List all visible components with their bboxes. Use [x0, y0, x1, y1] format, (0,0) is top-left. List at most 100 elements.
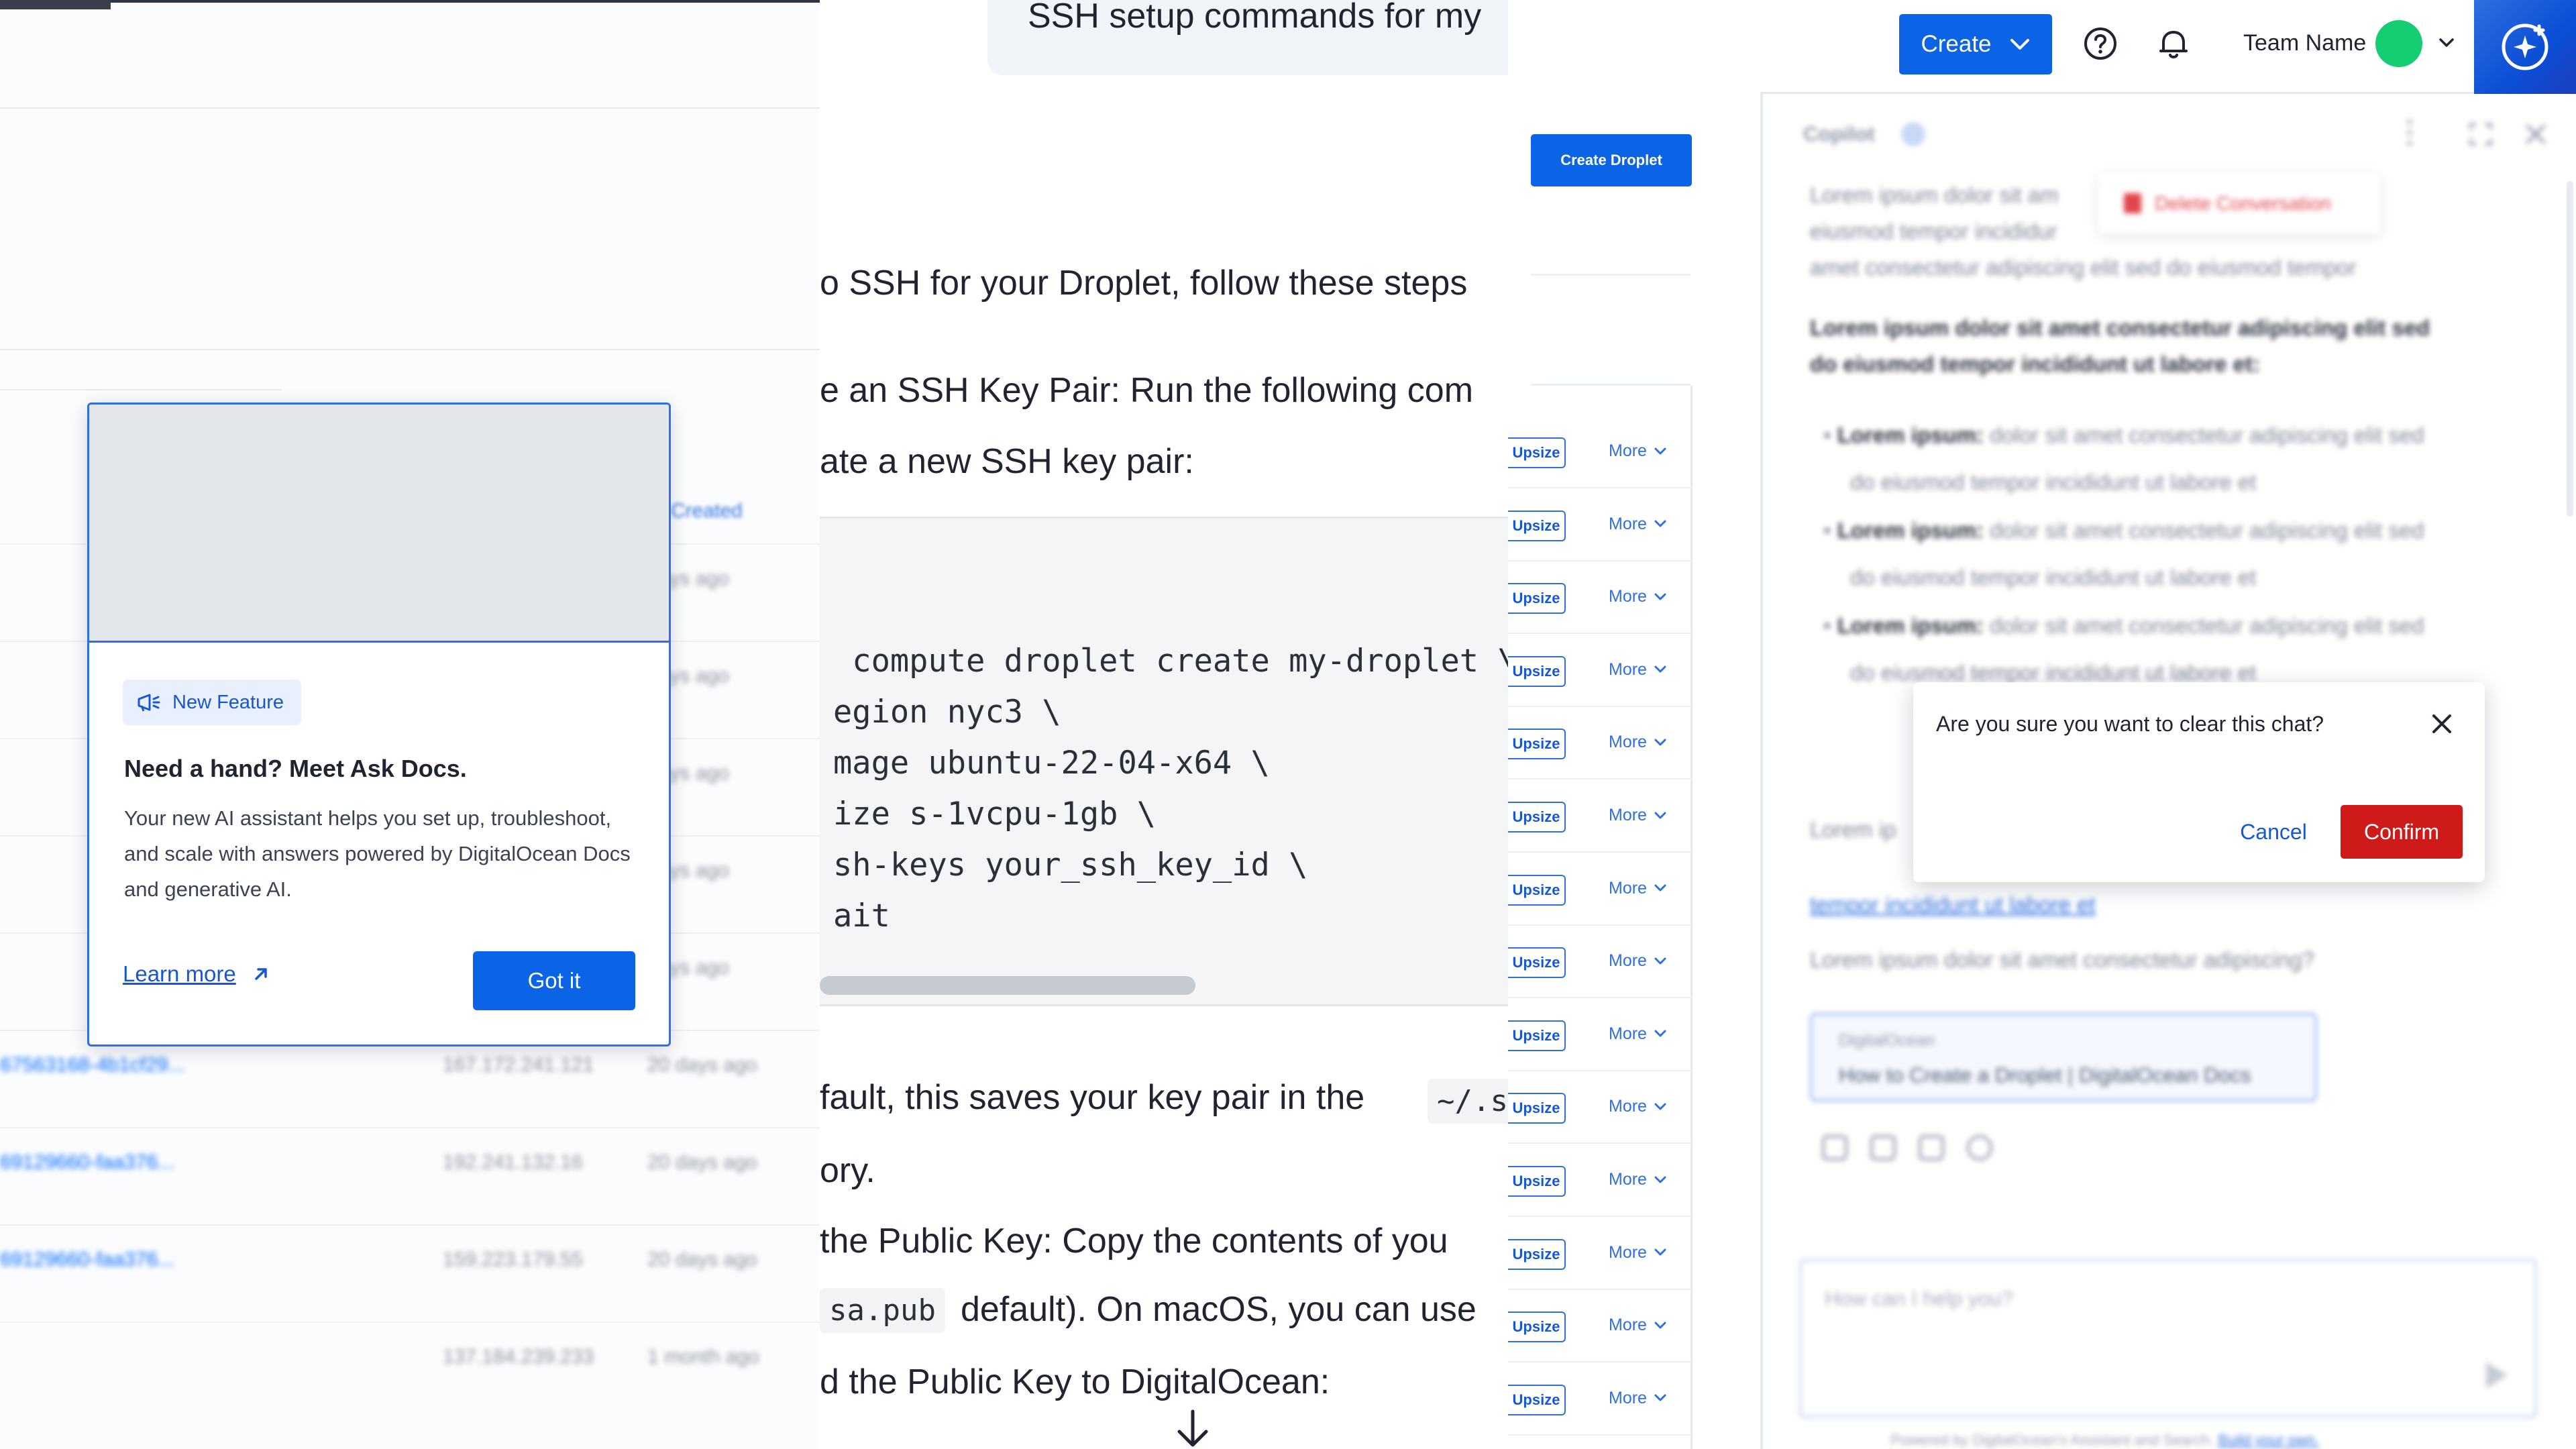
got-it-button[interactable]: Got it: [473, 951, 635, 1010]
answer-text: ory.: [820, 1151, 875, 1190]
code-line: ait: [833, 898, 890, 934]
droplet-name[interactable]: 69129660-faa376...: [0, 1151, 174, 1174]
more-menu-button[interactable]: More: [1609, 806, 1667, 825]
more-menu-button[interactable]: More: [1609, 879, 1667, 898]
learn-more-label: Learn more: [123, 961, 236, 986]
table-row[interactable]: 137.184.239.233 1 month ago: [0, 1322, 820, 1419]
message-link[interactable]: tempor incididunt ut labore et: [1810, 892, 2096, 918]
droplet-action-row: Upsize More: [1508, 1363, 1692, 1436]
more-menu-button[interactable]: More: [1609, 733, 1667, 752]
droplet-ip: 192.241.132.16: [443, 1151, 583, 1173]
footer-link[interactable]: Build your own.: [2218, 1432, 2318, 1448]
answer-text: fault, this saves your key pair in the: [820, 1078, 1365, 1117]
delete-conversation-item[interactable]: Delete Conversation: [2155, 193, 2331, 215]
chat-input[interactable]: How can I help you?: [1799, 1258, 2537, 1418]
more-menu-button[interactable]: More: [1609, 587, 1667, 606]
more-label: More: [1609, 1097, 1647, 1116]
upsize-button[interactable]: Upsize: [1508, 1238, 1566, 1270]
source-title: How to Create a Droplet | DigitalOcean D…: [1839, 1063, 2251, 1087]
thumbs-down-icon[interactable]: [1919, 1135, 1944, 1161]
answer-text: d the Public Key to DigitalOcean:: [820, 1362, 1330, 1401]
refresh-icon[interactable]: [1967, 1135, 1992, 1161]
copilot-scrollbar[interactable]: [2567, 181, 2573, 517]
list-item-continued: do eiusmod tempor incididunt ut labore e…: [1850, 470, 2257, 494]
more-menu-button[interactable]: More: [1609, 515, 1667, 534]
upsize-button[interactable]: Upsize: [1508, 1093, 1566, 1124]
upsize-button[interactable]: Upsize: [1508, 1384, 1566, 1415]
avatar[interactable]: [2375, 20, 2422, 67]
more-menu-button[interactable]: More: [1609, 1024, 1667, 1044]
more-menu-button[interactable]: More: [1609, 660, 1667, 680]
upsize-button[interactable]: Upsize: [1508, 1166, 1566, 1197]
upsize-button[interactable]: Upsize: [1508, 510, 1566, 541]
upsize-button[interactable]: Upsize: [1508, 947, 1566, 979]
scroll-down-arrow-icon[interactable]: [1173, 1407, 1213, 1449]
droplet-action-row: Upsize More: [1508, 561, 1692, 635]
more-label: More: [1609, 733, 1647, 752]
chevron-down-icon: [1654, 1030, 1666, 1037]
chevron-down-icon: [1654, 1394, 1666, 1401]
answer-text: default). On macOS, you can use: [961, 1290, 1477, 1329]
more-menu-button[interactable]: More: [1609, 1097, 1667, 1116]
source-card[interactable]: DigitalOcean How to Create a Droplet | D…: [1810, 1013, 2317, 1102]
droplet-ip: 159.223.179.55: [443, 1248, 583, 1271]
create-label: Create: [1921, 31, 1992, 57]
chevron-down-icon: [1654, 957, 1666, 965]
message-heading: Lorem ipsum dolor sit amet consectetur a…: [1810, 315, 2430, 340]
upsize-button[interactable]: Upsize: [1508, 802, 1566, 833]
list-item: • Lorem ipsum: dolor sit amet consectetu…: [1823, 518, 2424, 543]
more-vertical-icon[interactable]: [2406, 118, 2414, 148]
answer-text: ate a new SSH key pair:: [820, 442, 1194, 481]
more-label: More: [1609, 441, 1647, 460]
upsize-button[interactable]: Upsize: [1508, 583, 1566, 614]
more-menu-button[interactable]: More: [1609, 441, 1667, 461]
copy-icon[interactable]: [1822, 1135, 1847, 1161]
expand-icon[interactable]: [2469, 122, 2493, 146]
confirm-button[interactable]: Confirm: [2341, 805, 2463, 859]
followup-question[interactable]: Lorem ipsum dolor sit amet consectetur a…: [1810, 947, 2314, 973]
list-item: • Lorem ipsum: dolor sit amet consectetu…: [1823, 613, 2424, 638]
divider: [0, 107, 820, 109]
droplet-name[interactable]: 69129660-faa376...: [0, 1248, 174, 1271]
upsize-button[interactable]: Upsize: [1508, 655, 1566, 687]
more-label: More: [1609, 1170, 1647, 1189]
upsize-button[interactable]: Upsize: [1508, 1311, 1566, 1343]
bullet-lead: Lorem ipsum:: [1837, 613, 1984, 638]
team-name[interactable]: Team Name: [2243, 30, 2366, 56]
copilot-launcher-button[interactable]: [2474, 0, 2576, 94]
more-label: More: [1609, 1242, 1647, 1262]
answer-text: e an SSH Key Pair: Run the following com: [820, 371, 1474, 410]
table-row[interactable]: 69129660-faa376... 159.223.179.55 20 day…: [0, 1224, 820, 1322]
code-horizontal-scrollbar[interactable]: [820, 976, 1195, 995]
droplet-name[interactable]: 67563168-4b1cf29...: [0, 1054, 184, 1077]
more-menu-button[interactable]: More: [1609, 1243, 1667, 1263]
thumbs-up-icon[interactable]: [1870, 1135, 1896, 1161]
column-header-created[interactable]: Created: [671, 500, 743, 523]
close-icon[interactable]: [2430, 712, 2454, 736]
close-icon[interactable]: [2525, 123, 2546, 145]
learn-more-link[interactable]: Learn more: [123, 961, 271, 987]
more-menu-button[interactable]: More: [1609, 951, 1667, 971]
upsize-button[interactable]: Upsize: [1508, 1020, 1566, 1051]
upsize-button[interactable]: Upsize: [1508, 874, 1566, 906]
inline-code: sa.pub: [820, 1288, 945, 1333]
code-block[interactable]: compute droplet create my-droplet \ egio…: [820, 517, 1508, 1006]
upsize-button[interactable]: Upsize: [1508, 729, 1566, 760]
code-line: ize s-1vcpu-1gb \: [833, 796, 1157, 833]
more-menu-button[interactable]: More: [1609, 1316, 1667, 1335]
cancel-button[interactable]: Cancel: [2223, 806, 2324, 858]
help-icon[interactable]: [2081, 24, 2120, 63]
chevron-down-icon[interactable]: [2438, 37, 2455, 49]
table-row[interactable]: 69129660-faa376... 192.241.132.16 20 day…: [0, 1127, 820, 1224]
create-droplet-button[interactable]: Create Droplet: [1531, 134, 1692, 186]
chat-input-placeholder: How can I help you?: [1825, 1287, 2013, 1310]
more-label: More: [1609, 1388, 1647, 1407]
chevron-down-icon: [1654, 593, 1666, 600]
upsize-button[interactable]: Upsize: [1508, 437, 1566, 468]
bell-icon[interactable]: [2154, 24, 2193, 63]
create-menu-button[interactable]: Create: [1899, 14, 2052, 74]
send-icon[interactable]: [2486, 1362, 2508, 1389]
more-menu-button[interactable]: More: [1609, 1170, 1667, 1189]
more-menu-button[interactable]: More: [1609, 1389, 1667, 1408]
answer-text: the Public Key: Copy the contents of you: [820, 1222, 1448, 1260]
